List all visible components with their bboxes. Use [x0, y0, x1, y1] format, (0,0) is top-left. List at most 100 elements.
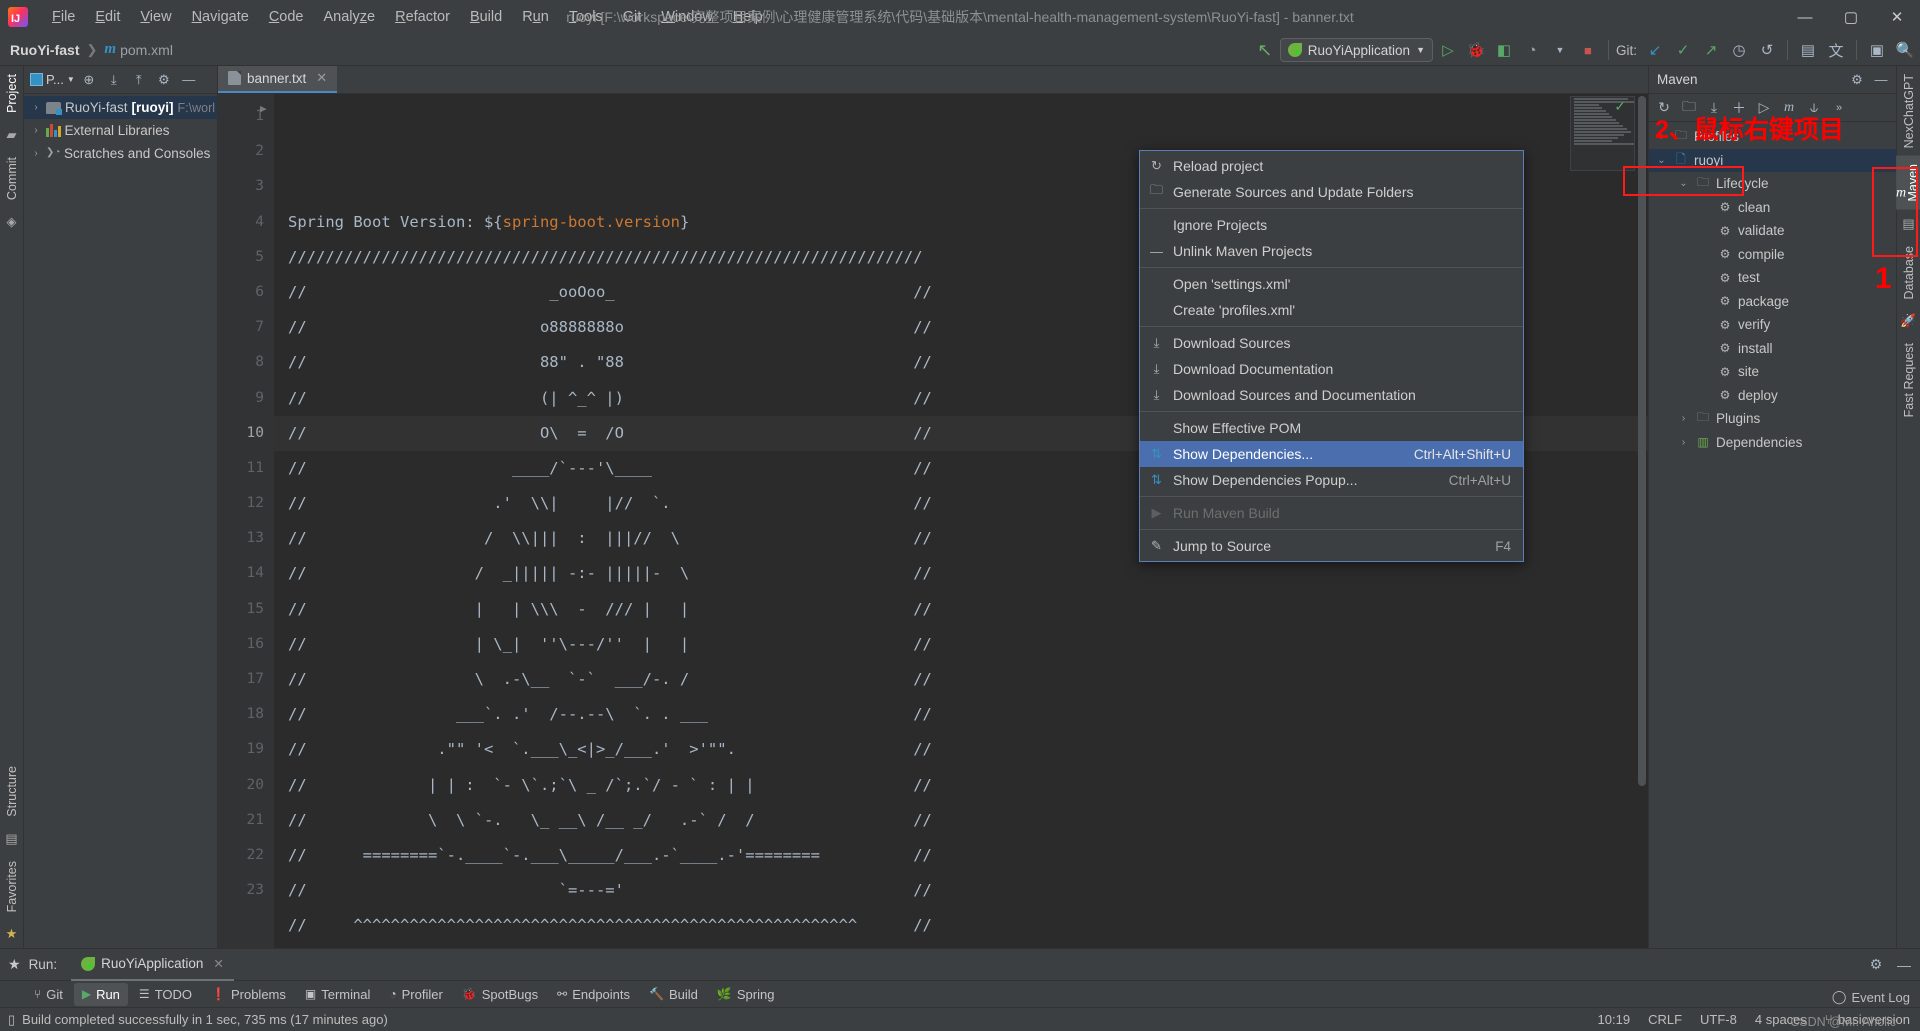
menu-edit[interactable]: Edit — [85, 5, 130, 29]
hide-icon[interactable]: — — [178, 69, 200, 91]
git-commit-icon[interactable]: ✓ — [1670, 37, 1696, 63]
menu-item-download-sources[interactable]: ⤓ Download Sources — [1140, 330, 1523, 356]
chevron-right-icon[interactable]: › — [1655, 131, 1668, 142]
tool-window-problems[interactable]: ❗ Problems — [203, 983, 294, 1006]
scrollbar-thumb[interactable] — [1638, 96, 1646, 786]
close-icon[interactable]: ✕ — [316, 70, 327, 86]
translate-icon[interactable]: 文 — [1823, 37, 1849, 63]
maven-tree-node-dependencies[interactable]: › ▥ Dependencies — [1649, 431, 1896, 455]
chevron-right-icon[interactable]: › — [30, 125, 42, 136]
close-button[interactable]: ✕ — [1874, 0, 1920, 34]
tree-node-external-libraries[interactable]: › External Libraries — [24, 119, 217, 142]
tool-window-terminal[interactable]: ▣ Terminal — [297, 983, 378, 1006]
menu-item-unlink-maven-projects[interactable]: — Unlink Maven Projects — [1140, 238, 1523, 264]
tool-window-git[interactable]: ⑂ Git — [26, 983, 71, 1006]
settings-gear-icon[interactable]: ⚙ — [1846, 69, 1868, 91]
settings-gear-icon[interactable]: ⚙ — [1864, 953, 1888, 977]
hide-icon[interactable]: — — [1870, 69, 1892, 91]
sidebar-item-maven[interactable]: m Maven — [1896, 156, 1920, 210]
menu-refactor[interactable]: Refactor — [385, 5, 460, 29]
run-configuration-selector[interactable]: RuoYiApplication ▼ — [1279, 38, 1433, 62]
tree-node-scratches[interactable]: › ❯◔ Scratches and Consoles — [24, 142, 217, 165]
add-icon[interactable]: ＋ — [1727, 97, 1751, 119]
skip-tests-icon[interactable]: ⫝ — [1802, 97, 1826, 119]
maven-tree-node-test[interactable]: ⚙ test — [1649, 266, 1896, 290]
chevron-right-icon[interactable]: › — [1677, 413, 1690, 424]
chevron-right-icon[interactable]: › — [30, 148, 42, 159]
tool-window-todo[interactable]: ☰ TODO — [131, 983, 200, 1006]
breadcrumb-project[interactable]: RuoYi-fast — [10, 42, 79, 58]
sidebar-item-fast-request[interactable]: Fast Request — [1902, 335, 1916, 425]
git-push-icon[interactable]: ↗ — [1698, 37, 1724, 63]
menu-view[interactable]: View — [130, 5, 181, 29]
event-log-button[interactable]: ◯ Event Log — [1832, 989, 1910, 1005]
sidebar-item-nexchatgpt[interactable]: NexChatGPT — [1902, 66, 1916, 156]
menu-item-ignore-projects[interactable]: Ignore Projects — [1140, 212, 1523, 238]
search-icon[interactable]: 🔍 — [1892, 37, 1918, 63]
editor-vertical-scrollbar[interactable] — [1635, 94, 1648, 948]
tool-window-spring[interactable]: 🌿 Spring — [709, 983, 783, 1006]
settings-gear-icon[interactable]: ⚙ — [153, 69, 175, 91]
tool-window-profiler[interactable]: ◔ Profiler — [381, 983, 450, 1006]
chevron-right-icon[interactable]: › — [1677, 437, 1690, 448]
menu-item-show-dependencies-popup[interactable]: ⇅ Show Dependencies Popup... Ctrl+Alt+U — [1140, 467, 1523, 493]
menu-item-open-settings-xml[interactable]: Open 'settings.xml' — [1140, 271, 1523, 297]
generate-sources-icon[interactable]: 🗀 — [1677, 97, 1701, 119]
maven-tree-node-install[interactable]: ⚙ install — [1649, 337, 1896, 361]
maven-tree-node-compile[interactable]: ⚙ compile — [1649, 243, 1896, 267]
sidebar-item-project[interactable]: Project — [5, 66, 19, 121]
menu-item-show-effective-pom[interactable]: Show Effective POM — [1140, 415, 1523, 441]
tree-node-ruoyi-fast[interactable]: › RuoYi-fast [ruoyi] F:\worl — [24, 96, 217, 119]
menu-file[interactable]: File — [42, 5, 85, 29]
maven-m-icon[interactable]: m — [1777, 97, 1801, 119]
sidebar-item-commit[interactable]: Commit — [5, 149, 19, 208]
back-arrow-icon[interactable]: ↖ — [1252, 37, 1278, 63]
expand-all-icon[interactable]: ⤓ — [103, 69, 125, 91]
run-with-coverage-icon[interactable]: ◧ — [1491, 37, 1517, 63]
menu-help[interactable]: Help — [723, 5, 773, 29]
editor-tab-banner-txt[interactable]: banner.txt ✕ — [218, 65, 338, 93]
stop-icon[interactable]: ■ — [1575, 37, 1601, 63]
menu-build[interactable]: Build — [460, 5, 512, 29]
more-icon[interactable]: » — [1827, 97, 1851, 119]
chevron-down-icon[interactable]: ⌄ — [1655, 155, 1668, 166]
pin-star-icon[interactable]: ★ — [0, 956, 29, 973]
inspection-status-icon[interactable]: ✓ — [1614, 98, 1626, 115]
maven-tree-node-plugins[interactable]: › 🗀 Plugins — [1649, 407, 1896, 431]
run-gutter-icon[interactable]: ▶ — [260, 102, 267, 115]
maven-tree-node-clean[interactable]: ⚙ clean — [1649, 196, 1896, 220]
close-icon[interactable]: ✕ — [213, 956, 223, 971]
debug-icon[interactable]: 🐞 — [1463, 37, 1489, 63]
menu-item-download-sources-and-documentation[interactable]: ⤓ Download Sources and Documentation — [1140, 382, 1523, 408]
chevron-right-icon[interactable]: › — [30, 102, 42, 113]
maximize-button[interactable]: ▢ — [1828, 0, 1874, 34]
tool-window-spotbugs[interactable]: 🐞 SpotBugs — [454, 983, 546, 1006]
tool-window-build[interactable]: 🔨 Build — [641, 983, 706, 1006]
menu-item-jump-to-source[interactable]: ✎ Jump to Source F4 — [1140, 533, 1523, 559]
maven-tree-node-site[interactable]: ⚙ site — [1649, 360, 1896, 384]
maven-tree-node-validate[interactable]: ⚙ validate — [1649, 219, 1896, 243]
caret-position[interactable]: 10:19 — [1598, 1012, 1631, 1027]
maven-tree-node-verify[interactable]: ⚙ verify — [1649, 313, 1896, 337]
chevron-down-icon[interactable]: ⌄ — [1677, 178, 1690, 189]
project-view-selector[interactable]: P... ▼ — [28, 72, 75, 87]
maven-tree-node-profiles[interactable]: › 🗀 Profiles — [1649, 125, 1896, 149]
project-structure-icon[interactable]: ▤ — [1795, 37, 1821, 63]
download-icon[interactable]: ⤓ — [1702, 97, 1726, 119]
run-icon[interactable]: ▷ — [1435, 37, 1461, 63]
menu-analyze[interactable]: Analyze — [314, 5, 386, 29]
hide-icon[interactable]: — — [1892, 953, 1916, 977]
maven-tree-node-ruoyi[interactable]: ⌄ 🗋 ruoyi — [1649, 148, 1896, 172]
reload-icon[interactable]: ↻ — [1652, 97, 1676, 119]
chevron-down-icon-profile[interactable]: ▼ — [1547, 37, 1573, 63]
terminal-icon[interactable]: ▣ — [1864, 37, 1890, 63]
maven-tree-node-package[interactable]: ⚙ package — [1649, 290, 1896, 314]
run-tab-ruoyiapplication[interactable]: RuoYiApplication ✕ — [71, 949, 234, 981]
menu-item-show-dependencies[interactable]: ⇅ Show Dependencies... Ctrl+Alt+Shift+U — [1140, 441, 1523, 467]
menu-run[interactable]: Run — [512, 5, 559, 29]
menu-code[interactable]: Code — [259, 5, 314, 29]
menu-item-create-profiles-xml[interactable]: Create 'profiles.xml' — [1140, 297, 1523, 323]
sidebar-item-structure[interactable]: Structure — [5, 758, 19, 825]
rollback-icon[interactable]: ↺ — [1754, 37, 1780, 63]
menu-navigate[interactable]: Navigate — [182, 5, 259, 29]
